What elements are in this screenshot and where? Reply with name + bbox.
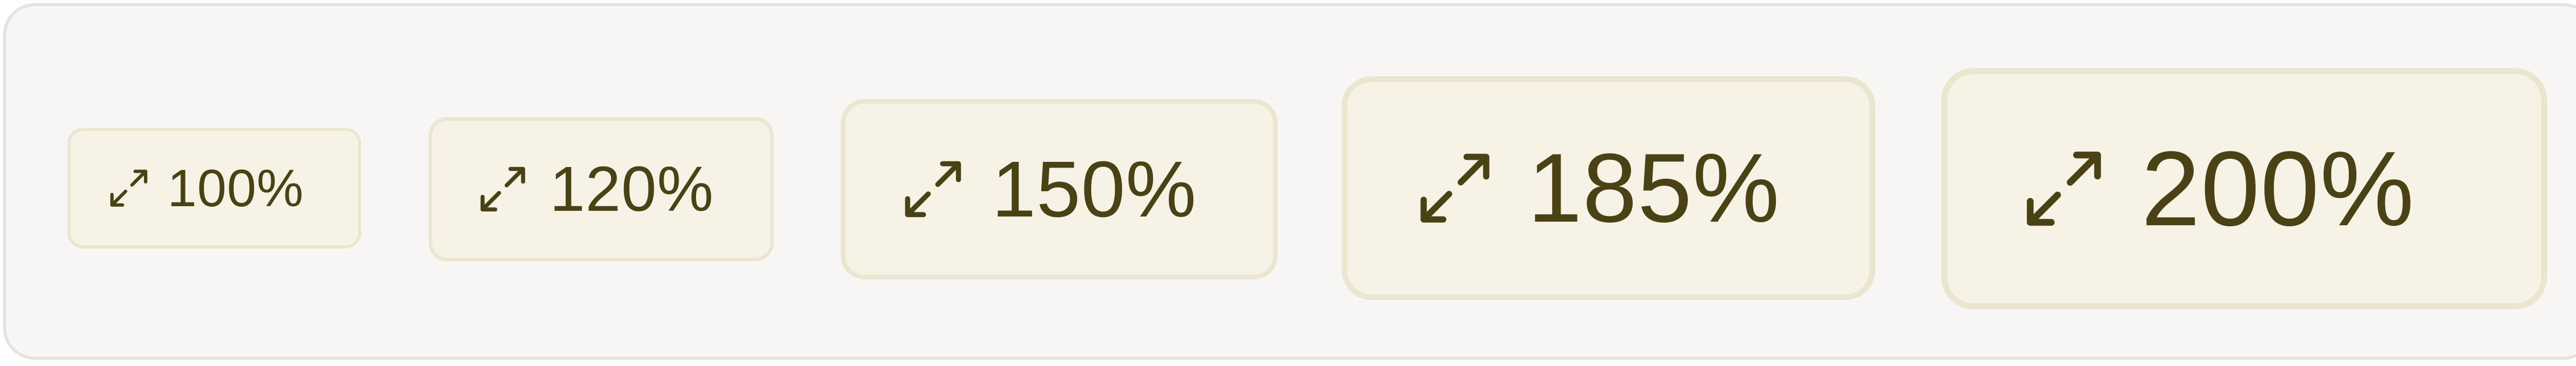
zoom-200-button[interactable]: 200% bbox=[1941, 68, 2547, 309]
zoom-level-label: 100% bbox=[167, 159, 304, 218]
zoom-level-label: 200% bbox=[2141, 129, 2415, 248]
zoom-level-label: 120% bbox=[550, 154, 714, 225]
expand-diagonal-icon bbox=[2027, 152, 2101, 226]
expand-diagonal-icon bbox=[905, 161, 961, 218]
expand-diagonal-icon bbox=[480, 167, 526, 212]
zoom-150-button[interactable]: 150% bbox=[841, 99, 1278, 279]
expand-diagonal-icon bbox=[110, 170, 147, 207]
zoom-level-panel: 100% 120% 150% 185% 200% bbox=[3, 3, 2576, 360]
zoom-level-label: 150% bbox=[992, 145, 1197, 234]
zoom-120-button[interactable]: 120% bbox=[429, 117, 774, 261]
zoom-level-label: 185% bbox=[1528, 134, 1780, 243]
zoom-100-button[interactable]: 100% bbox=[67, 128, 361, 248]
expand-diagonal-icon bbox=[1420, 154, 1489, 223]
zoom-185-button[interactable]: 185% bbox=[1342, 76, 1875, 300]
